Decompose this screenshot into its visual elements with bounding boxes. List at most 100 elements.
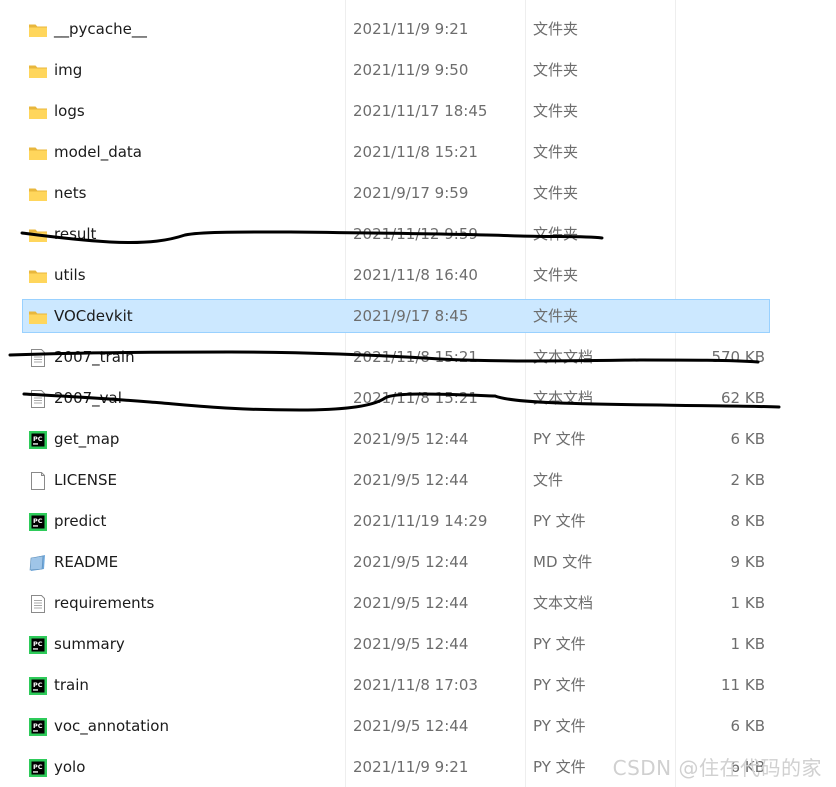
file-row[interactable]: __pycache__ 2021/11/9 9:21 文件夹 [22,12,770,46]
text-file-icon [28,390,48,408]
pycharm-file-icon: PC [28,513,48,531]
file-modified-date: 2021/9/5 12:44 [353,717,469,735]
file-name: img [54,61,83,79]
svg-text:PC: PC [33,640,43,648]
file-row[interactable]: PC voc_annotation 2021/9/5 12:44 PY 文件 6 KB [22,709,770,743]
file-row[interactable]: img 2021/11/9 9:50 文件夹 [22,53,770,87]
file-size: 9 KB [730,553,765,571]
file-modified-date: 2021/11/8 16:40 [353,266,478,284]
file-modified-date: 2021/11/8 15:21 [353,348,478,366]
file-type: 文件夹 [533,20,579,38]
file-modified-date: 2021/9/5 12:44 [353,594,469,612]
file-type: 文本文档 [533,389,594,407]
pycharm-file-icon: PC [28,718,48,736]
svg-text:PC: PC [33,517,43,525]
file-name: logs [54,102,85,120]
file-size: 6 KB [730,430,765,448]
svg-text:PC: PC [33,681,43,689]
file-row[interactable]: PC predict 2021/11/19 14:29 PY 文件 8 KB [22,504,770,538]
folder-icon [28,62,48,80]
text-file-icon [28,595,48,613]
file-name: result [54,225,97,243]
file-size: 8 KB [730,512,765,530]
file-type: 文件 [533,471,564,489]
file-modified-date: 2021/9/5 12:44 [353,471,469,489]
file-type: PY 文件 [533,430,586,448]
file-name: 2007_val [54,389,122,407]
file-row[interactable]: nets 2021/9/17 9:59 文件夹 [22,176,770,210]
file-name: nets [54,184,87,202]
file-row[interactable]: result 2021/11/12 9:59 文件夹 [22,217,770,251]
svg-text:PC: PC [33,763,43,771]
folder-icon [28,226,48,244]
file-modified-date: 2021/9/5 12:44 [353,635,469,653]
folder-icon [28,144,48,162]
file-type: 文件夹 [533,102,579,120]
file-type: PY 文件 [533,635,586,653]
markdown-file-icon [28,554,48,572]
file-row[interactable]: README 2021/9/5 12:44 MD 文件 9 KB [22,545,770,579]
file-row[interactable]: PC train 2021/11/8 17:03 PY 文件 11 KB [22,668,770,702]
file-modified-date: 2021/11/12 9:59 [353,225,478,243]
pycharm-file-icon: PC [28,759,48,777]
file-row[interactable]: model_data 2021/11/8 15:21 文件夹 [22,135,770,169]
file-type: 文件夹 [533,307,579,325]
file-row[interactable]: PC get_map 2021/9/5 12:44 PY 文件 6 KB [22,422,770,456]
file-type: PY 文件 [533,676,586,694]
pycharm-file-icon: PC [28,677,48,695]
svg-text:PC: PC [33,722,43,730]
file-modified-date: 2021/11/9 9:50 [353,61,469,79]
file-name: README [54,553,119,571]
file-row[interactable]: VOCdevkit 2021/9/17 8:45 文件夹 [22,299,770,333]
file-type: 文件夹 [533,266,579,284]
file-type: 文件夹 [533,225,579,243]
file-size: 11 KB [721,676,765,694]
file-row[interactable]: LICENSE 2021/9/5 12:44 文件 2 KB [22,463,770,497]
folder-icon [28,267,48,285]
file-name: 2007_train [54,348,135,366]
file-type: PY 文件 [533,512,586,530]
file-row[interactable]: 2007_train 2021/11/8 15:21 文本文档 570 KB [22,340,770,374]
file-name: VOCdevkit [54,307,133,325]
file-name: requirements [54,594,155,612]
file-name: utils [54,266,86,284]
file-size: 1 KB [730,635,765,653]
file-name: model_data [54,143,142,161]
file-modified-date: 2021/11/8 15:21 [353,389,478,407]
file-modified-date: 2021/11/9 9:21 [353,758,469,776]
folder-icon [28,308,48,326]
file-modified-date: 2021/11/17 18:45 [353,102,488,120]
file-row[interactable]: utils 2021/11/8 16:40 文件夹 [22,258,770,292]
file-modified-date: 2021/9/5 12:44 [353,430,469,448]
file-modified-date: 2021/9/5 12:44 [353,553,469,571]
file-row[interactable]: 2007_val 2021/11/8 15:21 文本文档 62 KB [22,381,770,415]
file-modified-date: 2021/11/8 17:03 [353,676,478,694]
file-type: PY 文件 [533,717,586,735]
file-size: 2 KB [730,471,765,489]
file-row[interactable]: logs 2021/11/17 18:45 文件夹 [22,94,770,128]
file-row[interactable]: PC summary 2021/9/5 12:44 PY 文件 1 KB [22,627,770,661]
file-size: 1 KB [730,594,765,612]
file-name: predict [54,512,107,530]
file-type: 文本文档 [533,348,594,366]
file-name: voc_annotation [54,717,169,735]
file-size: 6 KB [730,717,765,735]
file-size: 62 KB [721,389,765,407]
file-modified-date: 2021/9/17 9:59 [353,184,469,202]
file-row[interactable]: requirements 2021/9/5 12:44 文本文档 1 KB [22,586,770,620]
file-name: yolo [54,758,86,776]
folder-icon [28,103,48,121]
file-modified-date: 2021/11/19 14:29 [353,512,488,530]
pycharm-file-icon: PC [28,636,48,654]
file-name: train [54,676,89,694]
svg-text:PC: PC [33,435,43,443]
blank-file-icon [28,472,48,490]
file-name: summary [54,635,125,653]
file-name: LICENSE [54,471,117,489]
file-type: 文件夹 [533,61,579,79]
folder-icon [28,21,48,39]
file-type: 文本文档 [533,594,594,612]
text-file-icon [28,349,48,367]
file-name: get_map [54,430,120,448]
watermark: CSDN @住在代码的家 [612,756,822,780]
